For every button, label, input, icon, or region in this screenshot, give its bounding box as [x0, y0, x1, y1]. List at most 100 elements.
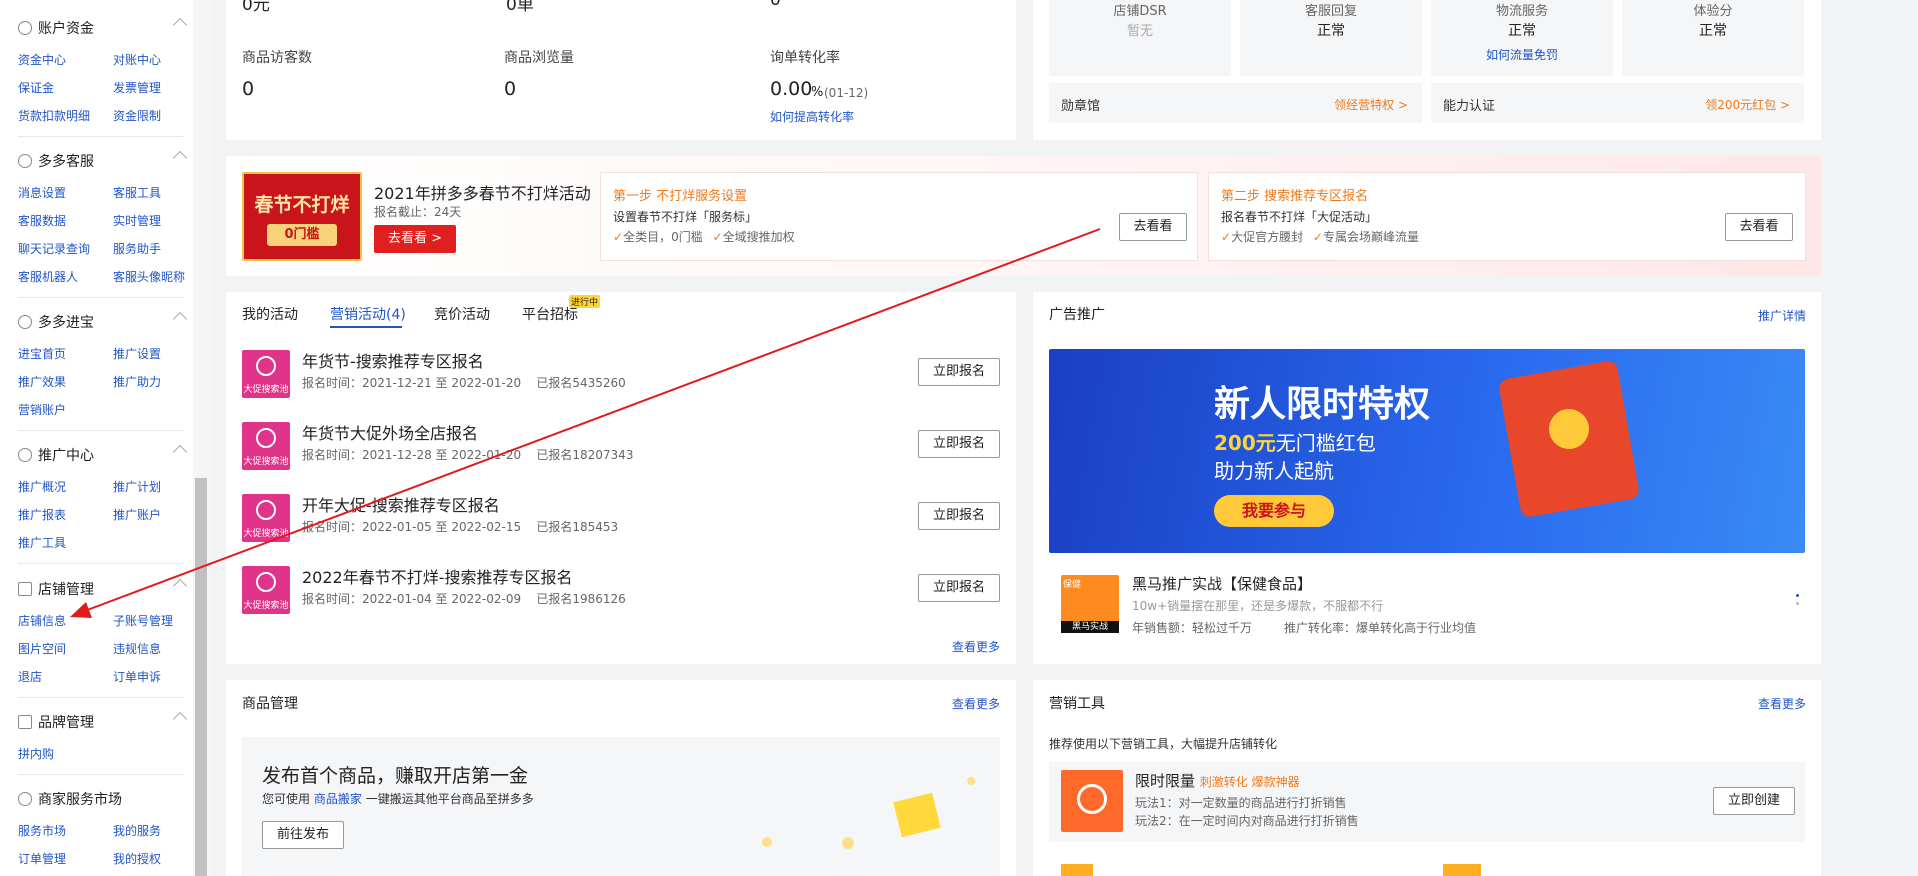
promo-pool-icon: 大促搜索池: [242, 350, 290, 398]
carousel-dot[interactable]: [1796, 594, 1799, 597]
spring-title: 2021年拼多多春节不打烊活动: [374, 184, 591, 203]
sidebar-link-order-management[interactable]: 订单管理: [18, 850, 66, 867]
sidebar-scrollbar-thumb[interactable]: [195, 478, 207, 876]
sidebar-link-promo-plan[interactable]: 推广计划: [113, 478, 161, 495]
sidebar-section-duoduo-jinbao[interactable]: 多多进宝: [18, 312, 94, 332]
register-button[interactable]: 立即报名: [918, 574, 1000, 602]
sidebar-link-deduction[interactable]: 货款扣款明细: [18, 107, 90, 124]
goods-more-link[interactable]: 查看更多: [952, 695, 1000, 712]
sidebar-link-cs-avatar[interactable]: 客服头像昵称: [113, 268, 185, 285]
sidebar-link-message-settings[interactable]: 消息设置: [18, 184, 66, 201]
new-user-banner[interactable]: 新人限时特权 200元无门槛红包 助力新人起航 我要参与: [1049, 349, 1805, 553]
course-stat: 推广转化率：爆单转化高于行业均值: [1284, 621, 1477, 635]
sidebar-section-service-market[interactable]: 商家服务市场: [18, 789, 122, 809]
collapse-icon[interactable]: [172, 17, 188, 33]
sidebar-link-fund-limit[interactable]: 资金限制: [113, 107, 161, 124]
register-button[interactable]: 立即报名: [918, 502, 1000, 530]
collapse-icon[interactable]: [172, 150, 188, 166]
divider: [18, 697, 183, 698]
sidebar-link-promo-settings[interactable]: 推广设置: [113, 345, 161, 362]
sidebar-link-order-appeal[interactable]: 订单申诉: [113, 668, 161, 685]
sidebar-link-jinbao-home[interactable]: 进宝首页: [18, 345, 66, 362]
register-button[interactable]: 立即报名: [918, 430, 1000, 458]
capability-cert[interactable]: 能力认证 领200元红包 >: [1431, 83, 1804, 123]
sidebar-link-reconciliation[interactable]: 对账中心: [113, 51, 161, 68]
register-button[interactable]: 立即报名: [918, 358, 1000, 386]
sidebar-link-cs-tools[interactable]: 客服工具: [113, 184, 161, 201]
tab-bidding[interactable]: 竞价活动: [434, 304, 490, 324]
stat-label-pageviews: 商品浏览量: [504, 50, 574, 66]
tab-marketing-activities[interactable]: 营销活动(4): [330, 304, 406, 324]
sidebar-link-image-space[interactable]: 图片空间: [18, 640, 66, 657]
sidebar-link-service-assistant[interactable]: 服务助手: [113, 240, 161, 257]
sidebar-link-my-auth[interactable]: 我的授权: [113, 850, 161, 867]
step1-go-button[interactable]: 去看看: [1119, 213, 1187, 241]
sidebar-link-invoice[interactable]: 发票管理: [113, 79, 161, 96]
capability-cert-link[interactable]: 领200元红包 >: [1705, 96, 1790, 113]
course-title[interactable]: 黑马推广实战【保健食品】: [1132, 573, 1312, 594]
badge-hall[interactable]: 勋章馆 领经营特权 >: [1049, 83, 1422, 123]
ads-details-link[interactable]: 推广详情: [1758, 307, 1806, 324]
sidebar-section-promo-center[interactable]: 推广中心: [18, 445, 94, 465]
spring-go-button[interactable]: 去看看 >: [374, 225, 456, 253]
check-icon: ✓: [1221, 230, 1232, 244]
join-button[interactable]: 我要参与: [1214, 495, 1334, 527]
publish-button[interactable]: 前往发布: [262, 821, 344, 849]
divider: [18, 297, 183, 298]
carousel-dot[interactable]: [1796, 602, 1799, 605]
stat-rate-date: (01-12): [824, 86, 869, 100]
shop-icon: [18, 582, 32, 596]
sidebar-link-promo-account[interactable]: 推广账户: [113, 506, 161, 523]
stat-top-value: 0元: [242, 0, 270, 15]
sidebar-link-deposit[interactable]: 保证金: [18, 79, 54, 96]
sidebar-link-realtime[interactable]: 实时管理: [113, 212, 161, 229]
dot-decoration: [967, 777, 975, 785]
activities-more-link[interactable]: 查看更多: [952, 638, 1000, 655]
collapse-icon[interactable]: [172, 311, 188, 327]
sidebar-link-cs-robot[interactable]: 客服机器人: [18, 268, 78, 285]
alarm-clock-icon: [1061, 770, 1123, 832]
sidebar-link-promo-tools[interactable]: 推广工具: [18, 534, 66, 551]
sidebar-link-sub-accounts[interactable]: 子账号管理: [113, 612, 173, 629]
sidebar-link-fund-center[interactable]: 资金中心: [18, 51, 66, 68]
badge-hall-link[interactable]: 领经营特权 >: [1334, 96, 1408, 113]
activity-row: 大促搜索池 2022年春节不打烊-搜索推荐专区报名 报名时间：2022-01-0…: [242, 564, 1002, 620]
sidebar-link-marketing-account[interactable]: 营销账户: [18, 401, 66, 418]
collapse-icon[interactable]: [172, 578, 188, 594]
goods-move-link[interactable]: 商品搬家: [314, 792, 362, 806]
sidebar-link-chat-log[interactable]: 聊天记录查询: [18, 240, 90, 257]
stat-top-value: 0: [770, 0, 781, 10]
sidebar-link-pin-neigou[interactable]: 拼内购: [18, 745, 54, 762]
tab-my-activities[interactable]: 我的活动: [242, 304, 298, 324]
sidebar-link-my-services[interactable]: 我的服务: [113, 822, 161, 839]
sidebar-section-account-funds[interactable]: 账户资金: [18, 18, 94, 38]
sidebar-link-promo-boost[interactable]: 推广助力: [113, 373, 161, 390]
sidebar-link-shop-info[interactable]: 店铺信息: [18, 612, 66, 629]
collapse-icon[interactable]: [172, 444, 188, 460]
spring-festival-logo: 春节不打烊 0门槛: [242, 172, 362, 261]
sidebar-section-customer-service[interactable]: 多多客服: [18, 151, 94, 171]
logistics-penalty-link[interactable]: 如何流量免罚: [1431, 46, 1613, 63]
course-stat: 年销售额：轻松过千万: [1132, 621, 1253, 635]
sidebar-link-cs-data[interactable]: 客服数据: [18, 212, 66, 229]
tool-item: 限时限量 刺激转化 爆款神器 玩法1：对一定数量的商品进行打折销售 玩法2：在一…: [1049, 762, 1805, 842]
gift-box-illustration: [893, 792, 941, 838]
check-icon: ✓: [712, 230, 723, 244]
tools-more-link[interactable]: 查看更多: [1758, 695, 1806, 712]
create-button[interactable]: 立即创建: [1713, 787, 1795, 815]
sidebar-link-promo-report[interactable]: 推广报表: [18, 506, 66, 523]
sidebar-link-close-shop[interactable]: 退店: [18, 668, 42, 685]
sidebar-section-brand[interactable]: 品牌管理: [18, 712, 94, 732]
course-thumbnail[interactable]: 保健 黑马实战: [1061, 575, 1119, 633]
sidebar-link-service-market[interactable]: 服务市场: [18, 822, 66, 839]
divider: [18, 774, 183, 775]
collapse-icon[interactable]: [172, 711, 188, 727]
improve-conversion-link[interactable]: 如何提高转化率: [770, 108, 854, 125]
sidebar-link-promo-overview[interactable]: 推广概况: [18, 478, 66, 495]
in-progress-badge: 进行中: [569, 295, 601, 308]
sidebar-section-shop-management[interactable]: 店铺管理: [18, 579, 94, 599]
divider: [18, 136, 183, 137]
sidebar-link-violations[interactable]: 违规信息: [113, 640, 161, 657]
step2-go-button[interactable]: 去看看: [1725, 213, 1793, 241]
sidebar-link-promo-effect[interactable]: 推广效果: [18, 373, 66, 390]
